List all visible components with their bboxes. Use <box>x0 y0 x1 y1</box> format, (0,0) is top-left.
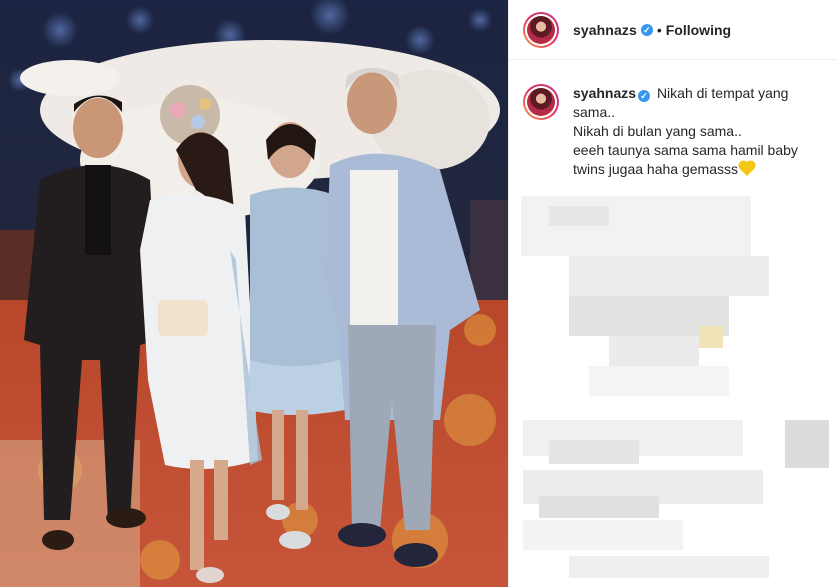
verified-badge-icon: ✓ <box>638 90 651 102</box>
following-button[interactable]: Following <box>666 22 731 38</box>
avatar[interactable] <box>523 84 559 120</box>
separator-dot: • <box>656 21 662 38</box>
caption-line-5: twins jugaa haha gemasss <box>573 161 738 177</box>
caption-line-1: Nikah di tempat yang <box>656 85 789 101</box>
caption-line-3: Nikah di bulan yang sama.. <box>573 123 742 139</box>
caption-line-4: eeeh taunya sama sama hamil baby <box>573 142 798 158</box>
post-side-panel: syahnazs ✓ • Following syahnazs ✓ Nikah d… <box>508 0 837 587</box>
profile-picture <box>527 88 555 116</box>
post-photo[interactable] <box>0 0 508 587</box>
yellow-heart-icon <box>739 161 755 177</box>
profile-picture <box>527 15 555 44</box>
username[interactable]: syahnazs <box>573 22 637 38</box>
caption-username[interactable]: syahnazs <box>573 85 636 101</box>
avatar[interactable] <box>523 11 559 48</box>
caption-row: syahnazs ✓ Nikah di tempat yang sama.. Ni… <box>509 60 837 179</box>
post-header: syahnazs ✓ • Following <box>509 0 837 60</box>
caption: syahnazs ✓ Nikah di tempat yang sama.. Ni… <box>573 84 813 179</box>
caption-line-2: sama.. <box>573 104 616 120</box>
photo-illustration <box>0 0 508 587</box>
verified-badge-icon: ✓ <box>640 23 653 36</box>
